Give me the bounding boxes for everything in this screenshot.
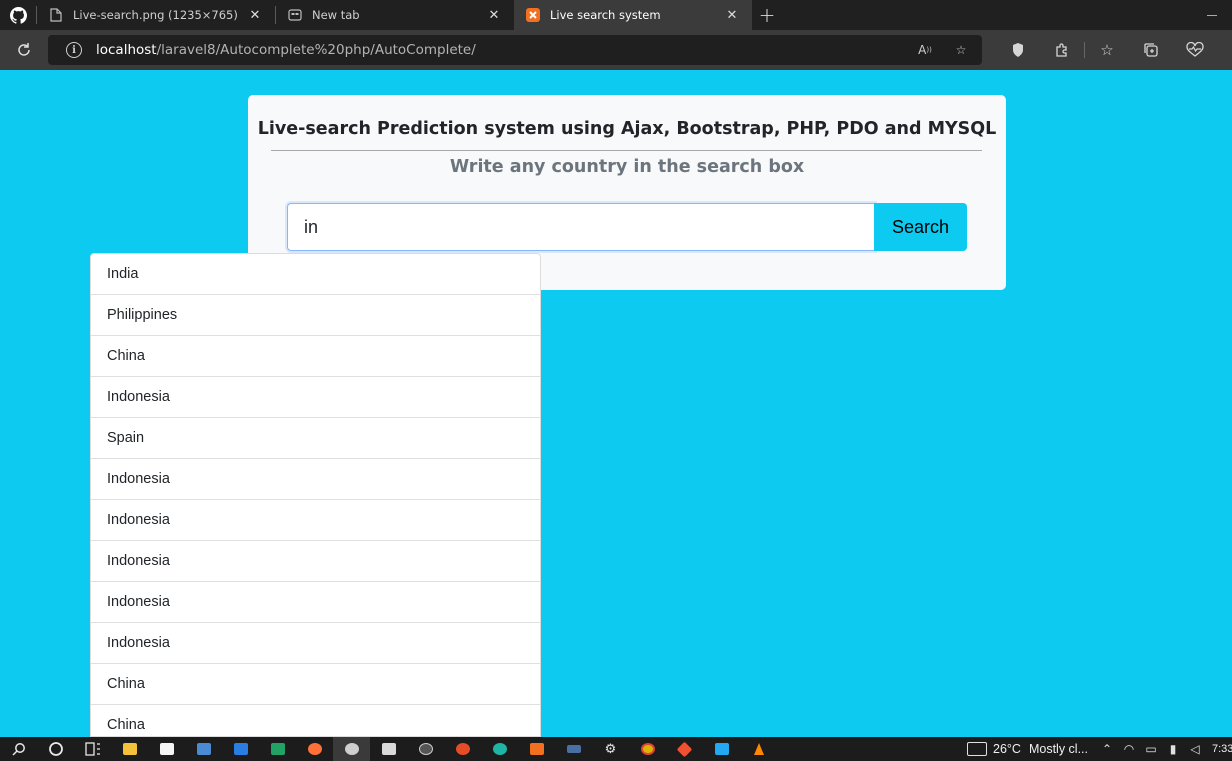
minimize-icon bbox=[1207, 14, 1217, 16]
close-tab-icon[interactable]: ✕ bbox=[724, 8, 740, 23]
obs-icon[interactable] bbox=[407, 737, 444, 761]
reload-icon bbox=[18, 43, 30, 56]
xampp-icon[interactable] bbox=[518, 737, 555, 761]
photos-app-icon[interactable] bbox=[185, 737, 222, 761]
taskbar: ⚙ 26°C Mostly cl... ⌃ ◠ ▭ ▮ ◁ 7:33 bbox=[0, 737, 1232, 761]
tab-title: Live search system bbox=[550, 8, 661, 22]
shield-icon[interactable] bbox=[996, 30, 1040, 70]
tab-live-search-system[interactable]: Live search system ✕ bbox=[514, 0, 752, 30]
url-host: localhost bbox=[96, 42, 157, 58]
weather-description[interactable]: Mostly cl... bbox=[1029, 742, 1088, 756]
suggestion-item[interactable]: Spain bbox=[91, 418, 540, 459]
page-subtitle: Write any country in the search box bbox=[449, 157, 805, 177]
device-icon[interactable]: ▭ bbox=[1140, 742, 1162, 756]
cortana-icon[interactable] bbox=[37, 737, 74, 761]
address-bar[interactable]: i localhost/laravel8/Autocomplete%20php/… bbox=[48, 35, 982, 65]
minimize-button[interactable] bbox=[1192, 0, 1232, 30]
url-path: /laravel8/Autocomplete%20php/AutoComplet… bbox=[156, 42, 476, 58]
keyboard-icon[interactable] bbox=[555, 737, 592, 761]
xampp-icon bbox=[526, 8, 540, 22]
vlc-icon[interactable] bbox=[740, 737, 777, 761]
search-icon[interactable] bbox=[0, 737, 37, 761]
newtab-icon bbox=[288, 8, 302, 22]
excel-icon[interactable] bbox=[259, 737, 296, 761]
github-icon[interactable] bbox=[0, 0, 36, 30]
tab-live-search-png[interactable]: Live-search.png (1235×765) ✕ bbox=[37, 0, 275, 30]
image-viewer-icon[interactable] bbox=[333, 737, 370, 761]
search-input[interactable] bbox=[287, 203, 875, 251]
firefox-icon[interactable] bbox=[296, 737, 333, 761]
page-title: Live-search Prediction system using Ajax… bbox=[257, 119, 997, 139]
reload-button[interactable] bbox=[0, 30, 48, 70]
battery-icon[interactable]: ▮ bbox=[1162, 742, 1184, 756]
weather-temperature[interactable]: 26°C bbox=[993, 742, 1021, 756]
media-player-icon[interactable] bbox=[444, 737, 481, 761]
task-view-icon[interactable] bbox=[74, 737, 111, 761]
tab-title: Live-search.png (1235×765) bbox=[73, 8, 238, 22]
read-aloud-icon[interactable]: A)) bbox=[914, 39, 936, 61]
site-info-icon[interactable]: i bbox=[66, 42, 82, 58]
edge-icon[interactable] bbox=[481, 737, 518, 761]
search-button[interactable]: Search bbox=[874, 203, 967, 251]
url-text[interactable]: localhost/laravel8/Autocomplete%20php/Au… bbox=[96, 42, 900, 58]
chevron-up-icon[interactable]: ⌃ bbox=[1096, 742, 1118, 756]
tab-title: New tab bbox=[312, 8, 360, 22]
suggestion-item[interactable]: China bbox=[91, 664, 540, 705]
extensions-icon[interactable] bbox=[1040, 30, 1084, 70]
suggestion-list: India Philippines China Indonesia Spain … bbox=[90, 253, 541, 737]
divider bbox=[271, 150, 982, 151]
system-tray: 26°C Mostly cl... ⌃ ◠ ▭ ▮ ◁ 7:33 bbox=[967, 742, 1232, 756]
volume-icon[interactable]: ◁ bbox=[1184, 742, 1206, 756]
browser-toolbar: ☆ bbox=[996, 30, 1217, 70]
close-tab-icon[interactable]: ✕ bbox=[247, 8, 263, 23]
wifi-icon[interactable]: ◠ bbox=[1118, 742, 1140, 756]
folder-icon[interactable] bbox=[370, 737, 407, 761]
suggestion-item[interactable]: Indonesia bbox=[91, 377, 540, 418]
weather-icon[interactable] bbox=[967, 742, 988, 756]
vscode-icon[interactable] bbox=[703, 737, 740, 761]
store-icon[interactable] bbox=[148, 737, 185, 761]
settings-icon[interactable]: ⚙ bbox=[592, 737, 629, 761]
suggestion-item[interactable]: India bbox=[91, 254, 540, 295]
suggestion-item[interactable]: Philippines bbox=[91, 295, 540, 336]
new-tab-button[interactable]: + bbox=[752, 0, 782, 30]
git-icon[interactable] bbox=[666, 737, 703, 761]
close-tab-icon[interactable]: ✕ bbox=[486, 8, 502, 23]
suggestion-item[interactable]: Indonesia bbox=[91, 459, 540, 500]
chrome-icon[interactable] bbox=[629, 737, 666, 761]
suggestion-item[interactable]: Indonesia bbox=[91, 541, 540, 582]
favorites-icon[interactable]: ☆ bbox=[1085, 30, 1129, 70]
browser-tab-strip: Live-search.png (1235×765) ✕ New tab ✕ L… bbox=[0, 0, 1232, 30]
suggestion-item[interactable]: China bbox=[91, 705, 540, 736]
suggestion-item[interactable]: Indonesia bbox=[91, 582, 540, 623]
file-explorer-icon[interactable] bbox=[111, 737, 148, 761]
address-bar-row: i localhost/laravel8/Autocomplete%20php/… bbox=[0, 30, 1232, 70]
suggestion-item[interactable]: China bbox=[91, 336, 540, 377]
clock[interactable]: 7:33 bbox=[1212, 743, 1232, 755]
mail-icon[interactable] bbox=[222, 737, 259, 761]
browser-essentials-icon[interactable] bbox=[1173, 30, 1217, 70]
collections-icon[interactable] bbox=[1129, 30, 1173, 70]
favorite-add-icon[interactable]: ☆ bbox=[950, 39, 972, 61]
suggestion-item[interactable]: Indonesia bbox=[91, 623, 540, 664]
tab-new-tab[interactable]: New tab ✕ bbox=[276, 0, 514, 30]
file-icon bbox=[49, 8, 63, 22]
suggestion-item[interactable]: Indonesia bbox=[91, 500, 540, 541]
